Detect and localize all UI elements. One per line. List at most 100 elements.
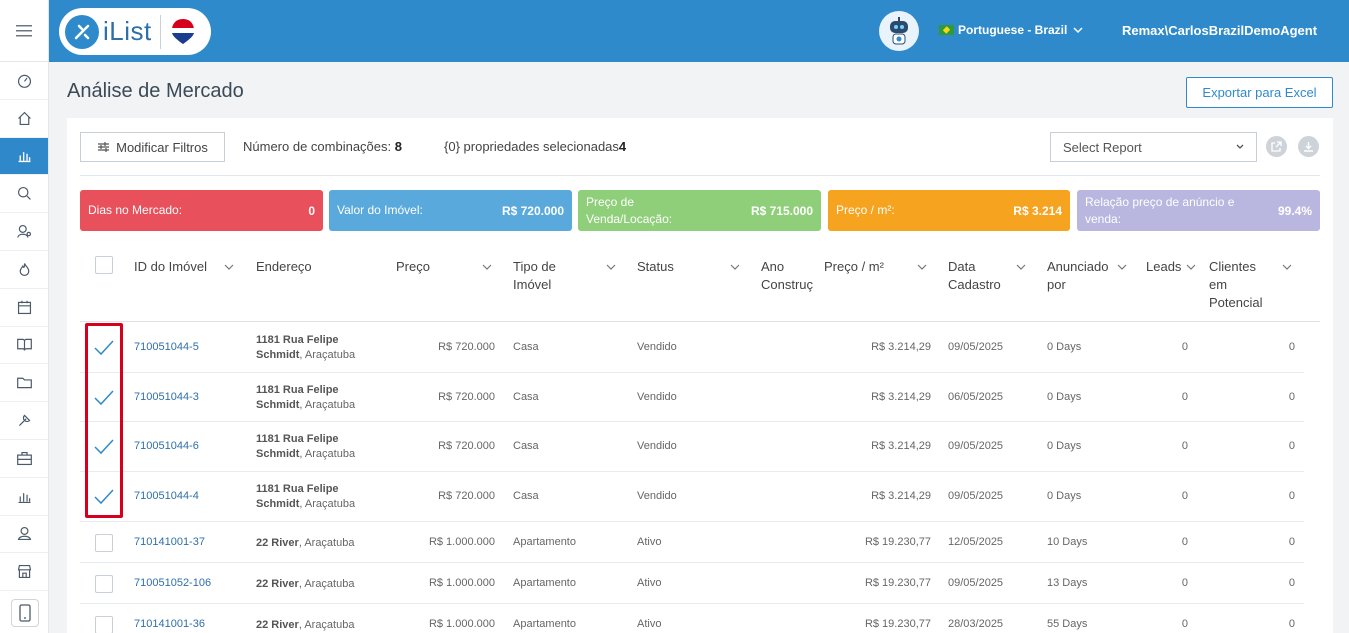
sidebar-item-market-analysis[interactable] <box>0 137 48 176</box>
kpi-label: Preço de Venda/Locação: <box>586 195 673 226</box>
property-leads: 0 <box>1181 341 1188 353</box>
address-street: 1181 Rua Felipe <box>256 483 339 495</box>
property-leads: 0 <box>1181 576 1188 589</box>
sidebar-item-reports[interactable] <box>0 478 48 516</box>
address-city: , Araçatuba <box>299 498 356 510</box>
sort-chevron-icon[interactable] <box>1281 261 1293 273</box>
assistant-bot-button[interactable] <box>879 11 919 51</box>
column-header-listed-by[interactable]: Anunciado por <box>1047 258 1108 294</box>
address-street: 1181 Rua Felipe <box>256 383 339 396</box>
property-potential-clients: 0 <box>1288 490 1295 502</box>
table-row[interactable]: 710051052-106 22 River, Araçatuba R$ 1.000… <box>80 563 1304 604</box>
property-days-listed: 0 Days <box>1047 490 1082 502</box>
property-days-listed: 0 Days <box>1047 390 1082 403</box>
address-street-2: Schmidt <box>256 398 300 411</box>
sidebar-item-hot-leads[interactable] <box>0 251 48 289</box>
ilist-logo-icon <box>65 14 99 49</box>
column-header-type[interactable]: Tipo de Imóvel <box>513 258 556 294</box>
mobile-app-button[interactable] <box>11 599 39 627</box>
column-header-price[interactable]: Preço <box>396 258 430 276</box>
address-street-2: Schmidt <box>256 498 300 510</box>
column-header-address[interactable]: Endereço <box>256 258 312 276</box>
language-selector[interactable]: Portuguese - Brazil <box>939 23 1085 37</box>
column-header-year-built[interactable]: Ano Construç <box>761 258 817 294</box>
open-report-button[interactable] <box>1266 136 1287 157</box>
property-id-link[interactable]: 710141001-37 <box>134 536 205 548</box>
column-header-id[interactable]: ID do Imóvel <box>134 258 207 276</box>
sidebar-item-store[interactable] <box>0 553 48 592</box>
sort-chevron-icon[interactable] <box>1015 261 1027 273</box>
table-row[interactable]: 710051044-6 1181 Rua Felipe Schmidt, Araça… <box>80 422 1304 472</box>
kpi-label: Preço / m²: <box>836 203 895 218</box>
phone-icon <box>19 604 31 622</box>
sort-chevron-icon[interactable] <box>1185 261 1197 273</box>
row-checkbox[interactable] <box>95 615 113 633</box>
property-price: R$ 1.000.000 <box>428 617 495 630</box>
property-potential-clients: 0 <box>1288 440 1295 452</box>
sidebar-item-library[interactable] <box>0 327 48 365</box>
row-checkbox[interactable] <box>95 533 113 552</box>
external-link-icon <box>1271 141 1282 152</box>
property-status: Ativo <box>637 617 662 630</box>
sidebar-item-home[interactable] <box>0 100 48 138</box>
table-row[interactable]: 710051044-3 1181 Rua Felipe Schmidt, Araça… <box>80 373 1304 422</box>
property-id-link[interactable]: 710141001-36 <box>134 618 205 630</box>
table-row[interactable]: 710141001-36 22 River, Araçatuba R$ 1.000.… <box>80 604 1304 633</box>
sidebar-item-profile[interactable] <box>0 516 48 554</box>
table-row[interactable]: 710051044-4 1181 Rua Felipe Schmidt, Araça… <box>80 472 1304 522</box>
table-row[interactable]: 710141001-37 22 River, Araçatuba R$ 1.000.… <box>80 522 1304 563</box>
logo[interactable]: iList <box>59 8 211 55</box>
property-id-link[interactable]: 710051052-106 <box>134 577 211 589</box>
property-id-link[interactable]: 710051044-5 <box>134 341 199 353</box>
property-leads: 0 <box>1181 390 1188 403</box>
property-id-link[interactable]: 710051044-3 <box>134 391 199 403</box>
chevron-down-icon <box>1236 144 1244 149</box>
table-header: ID do Imóvel Endereço Preço Tipo de Imóve… <box>80 248 1320 322</box>
property-days-listed: 55 Days <box>1047 617 1088 630</box>
fire-icon <box>19 263 29 276</box>
gauge-icon <box>17 74 31 88</box>
download-report-button[interactable] <box>1298 136 1319 157</box>
sort-chevron-icon[interactable] <box>1116 261 1128 273</box>
property-price-per-sqm: R$ 19.230,77 <box>864 576 931 589</box>
address-street: 22 River <box>256 618 299 631</box>
modify-filters-button[interactable]: Modificar Filtros <box>80 132 225 162</box>
brazil-flag-icon <box>939 25 954 35</box>
select-all-checkbox[interactable] <box>95 256 113 274</box>
property-date: 28/03/2025 <box>948 617 1004 630</box>
property-days-listed: 13 Days <box>1047 576 1088 589</box>
sort-chevron-icon[interactable] <box>223 261 235 273</box>
book-icon <box>16 339 32 351</box>
property-type: Casa <box>513 490 539 502</box>
sidebar-item-dashboard[interactable] <box>0 62 48 100</box>
sort-chevron-icon[interactable] <box>729 261 741 273</box>
property-id-link[interactable]: 710051044-6 <box>134 440 199 452</box>
column-header-price-per-sqm[interactable]: Preço / m² <box>824 258 884 276</box>
column-header-status[interactable]: Status <box>637 258 674 276</box>
table-row[interactable]: 710051044-5 1181 Rua Felipe Schmidt, Araça… <box>80 323 1304 373</box>
menu-button[interactable] <box>0 0 48 62</box>
sort-chevron-icon[interactable] <box>605 261 617 273</box>
column-header-leads[interactable]: Leads <box>1146 258 1181 276</box>
row-checkbox[interactable] <box>95 574 113 593</box>
address-street: 22 River <box>256 577 299 590</box>
sort-chevron-icon[interactable] <box>481 261 493 273</box>
sidebar-item-tools[interactable] <box>0 402 48 440</box>
property-date: 09/05/2025 <box>948 576 1004 589</box>
column-header-date[interactable]: Data Cadastro <box>948 258 1001 294</box>
property-id-link[interactable]: 710051044-4 <box>134 490 199 502</box>
sidebar-item-contacts[interactable] <box>0 213 48 251</box>
column-header-potential-clients[interactable]: Clientes em Potencial <box>1209 258 1262 312</box>
address-street-2: Schmidt <box>256 448 300 460</box>
sliders-icon <box>98 142 110 152</box>
property-leads: 0 <box>1181 535 1188 548</box>
export-excel-button[interactable]: Exportar para Excel <box>1186 77 1333 108</box>
sidebar-item-search[interactable] <box>0 175 48 214</box>
sidebar-item-briefcase[interactable] <box>0 440 48 478</box>
sidebar-item-calendar[interactable] <box>0 289 48 327</box>
sort-chevron-icon[interactable] <box>916 261 928 273</box>
sidebar-item-folders[interactable] <box>0 364 48 403</box>
select-report-dropdown[interactable]: Select Report <box>1050 132 1257 162</box>
property-price-per-sqm: R$ 3.214,29 <box>871 390 931 403</box>
user-account[interactable]: Remax\CarlosBrazilDemoAgent <box>1122 23 1317 38</box>
